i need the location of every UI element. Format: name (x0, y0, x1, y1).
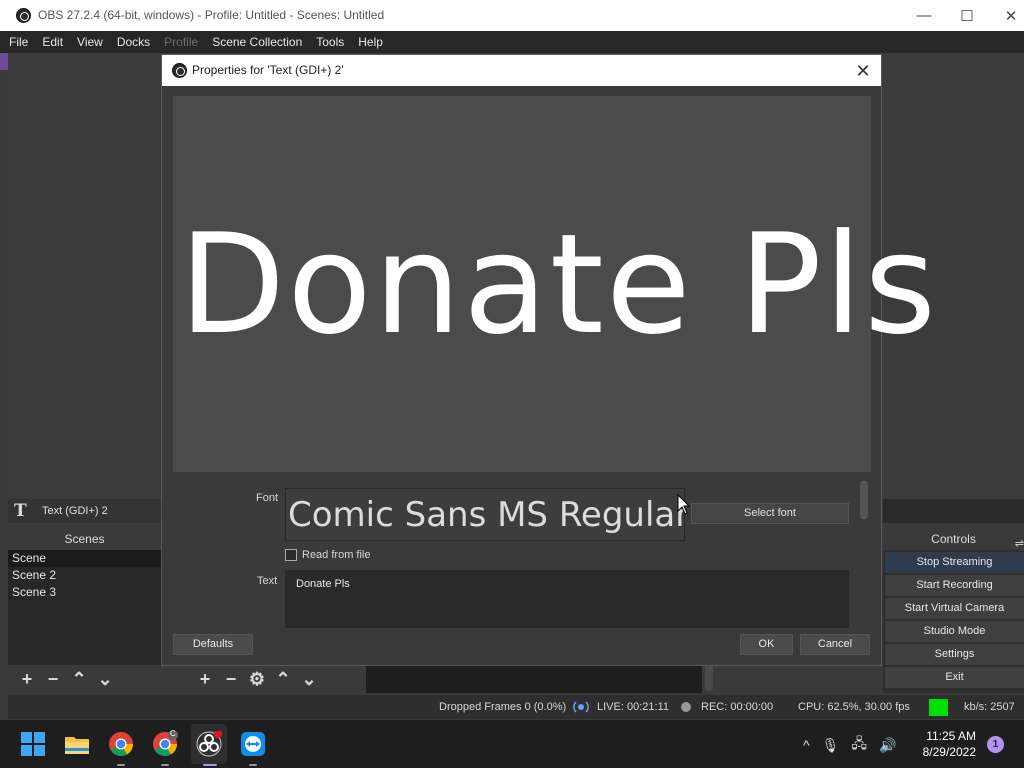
dialog-title-bar: Properties for 'Text (GDI+) 2' ✕ (162, 55, 881, 86)
menu-docks[interactable]: Docks (117, 35, 150, 49)
read-from-file-label: Read from file (302, 549, 371, 561)
notification-badge[interactable]: 1 (987, 736, 1004, 753)
scene-item[interactable]: Scene 3 (8, 584, 161, 601)
live-timer: LIVE: 00:21:11 (597, 701, 669, 713)
audio-mixer-dock (366, 665, 702, 693)
ok-button[interactable]: OK (740, 634, 793, 655)
scenes-dock: Scenes Scene Scene 2 Scene 3 (8, 528, 161, 665)
teamviewer-icon[interactable] (240, 731, 266, 757)
preview-text: Donate Pls (179, 204, 939, 365)
settings-button[interactable]: Settings (885, 644, 1024, 665)
chrome-profile-badge: C (170, 729, 176, 738)
teamviewer-running-indicator (249, 764, 257, 766)
preview-edge (0, 53, 8, 70)
controls-header: Controls ⇌ (883, 528, 1024, 550)
text-source-icon: T (14, 501, 27, 521)
bitrate: kb/s: 2507 (964, 701, 1015, 713)
transitions-dock-edge (883, 499, 1024, 523)
chrome-icon[interactable] (108, 731, 134, 757)
scene-item[interactable]: Scene 2 (8, 567, 161, 584)
dropped-frames: Dropped Frames 0 (0.0%) (439, 701, 567, 713)
scenes-header: Scenes (8, 528, 161, 550)
remove-scene-button[interactable]: − (40, 667, 66, 691)
add-source-button[interactable]: + (192, 667, 218, 691)
mixer-scrollbar[interactable] (705, 665, 713, 691)
menu-tools[interactable]: Tools (316, 35, 344, 49)
menu-edit[interactable]: Edit (42, 35, 63, 49)
clock-time[interactable]: 11:25 AM (924, 729, 976, 743)
select-font-button[interactable]: Select font (691, 503, 849, 524)
read-from-file-checkbox[interactable] (285, 549, 297, 561)
taskbar: C ^ 🎙 🖧 🔊 11:25 AM 8/29/2022 1 (0, 720, 1024, 768)
close-window-button[interactable]: ✕ (989, 0, 1024, 31)
selected-source-bar: T Text (GDI+) 2 (8, 499, 161, 523)
network-icon[interactable]: 🖧 (851, 733, 867, 757)
dialog-title: Properties for 'Text (GDI+) 2' (192, 63, 344, 77)
menu-scene-collection[interactable]: Scene Collection (212, 35, 302, 49)
add-scene-button[interactable]: + (14, 667, 40, 691)
properties-scrollbar[interactable] (860, 481, 868, 519)
cancel-button[interactable]: Cancel (800, 634, 870, 655)
cpu-fps: CPU: 62.5%, 30.00 fps (798, 701, 910, 713)
move-source-down-button[interactable]: ⌄ (296, 667, 322, 691)
window-title: OBS 27.2.4 (64-bit, windows) - Profile: … (38, 8, 385, 22)
text-label: Text (257, 575, 278, 587)
file-explorer-icon[interactable] (64, 731, 90, 757)
source-properties-gear-icon[interactable]: ⚙ (244, 667, 270, 691)
start-recording-button[interactable]: Start Recording (885, 575, 1024, 596)
menu-view[interactable]: View (77, 35, 103, 49)
sources-toolbar: + − ⚙ ⌃ ⌄ (186, 665, 360, 693)
menu-profile[interactable]: Profile (164, 35, 198, 49)
remove-source-button[interactable]: − (218, 667, 244, 691)
studio-mode-button[interactable]: Studio Mode (885, 621, 1024, 642)
scene-item[interactable]: Scene (8, 550, 161, 567)
obs-logo-icon (16, 8, 31, 23)
start-virtual-camera-button[interactable]: Start Virtual Camera (885, 598, 1024, 619)
source-preview: Donate Pls (173, 96, 936, 472)
obs-icon[interactable] (196, 731, 222, 757)
controls-dock: Controls ⇌ Stop Streaming Start Recordin… (883, 528, 1024, 693)
chrome-profile-running-indicator (161, 764, 169, 766)
maximize-button[interactable]: ☐ (945, 0, 989, 31)
tray-overflow-chevron-icon[interactable]: ^ (803, 737, 810, 753)
dialog-close-button[interactable]: ✕ (851, 59, 875, 83)
bitrate-status-indicator (929, 699, 948, 716)
obs-active-indicator (203, 764, 217, 766)
menu-help[interactable]: Help (358, 35, 383, 49)
exit-button[interactable]: Exit (885, 667, 1024, 688)
move-source-up-button[interactable]: ⌃ (270, 667, 296, 691)
defaults-button[interactable]: Defaults (173, 634, 253, 655)
menu-file[interactable]: File (9, 35, 28, 49)
controls-title: Controls (931, 532, 976, 546)
selected-source-name: Text (GDI+) 2 (42, 505, 108, 517)
recording-dot-icon (681, 702, 691, 712)
live-broadcast-icon (573, 701, 589, 713)
font-display: Comic Sans MS Regular (285, 488, 685, 541)
scenes-toolbar: + − ⌃ ⌄ (8, 665, 178, 693)
stop-streaming-button[interactable]: Stop Streaming (885, 552, 1024, 573)
font-label: Font (256, 492, 279, 504)
microphone-icon[interactable]: 🎙 (822, 737, 840, 754)
move-scene-up-button[interactable]: ⌃ (66, 667, 92, 691)
windows-start-icon[interactable] (20, 731, 46, 757)
mouse-cursor-icon (677, 494, 691, 515)
move-scene-down-button[interactable]: ⌄ (92, 667, 118, 691)
properties-dialog: Properties for 'Text (GDI+) 2' ✕ Donate … (161, 54, 936, 666)
menu-bar: File Edit View Docks Profile Scene Colle… (0, 31, 1024, 53)
status-bar: Dropped Frames 0 (0.0%) LIVE: 00:21:11 R… (8, 695, 1024, 719)
system-tray: ^ 🎙 🖧 🔊 (803, 734, 908, 756)
obs-logo-icon (172, 63, 187, 78)
chrome-running-indicator (117, 764, 125, 766)
clock-date[interactable]: 8/29/2022 (918, 745, 976, 759)
recording-timer: REC: 00:00:00 (701, 701, 774, 713)
volume-icon[interactable]: 🔊 (879, 737, 896, 754)
obs-title-bar: OBS 27.2.4 (64-bit, windows) - Profile: … (0, 0, 1024, 31)
text-input[interactable]: Donate Pls (285, 570, 849, 628)
minimize-button[interactable]: — (902, 0, 946, 31)
dock-menu-icon[interactable]: ⇌ (1015, 533, 1024, 555)
